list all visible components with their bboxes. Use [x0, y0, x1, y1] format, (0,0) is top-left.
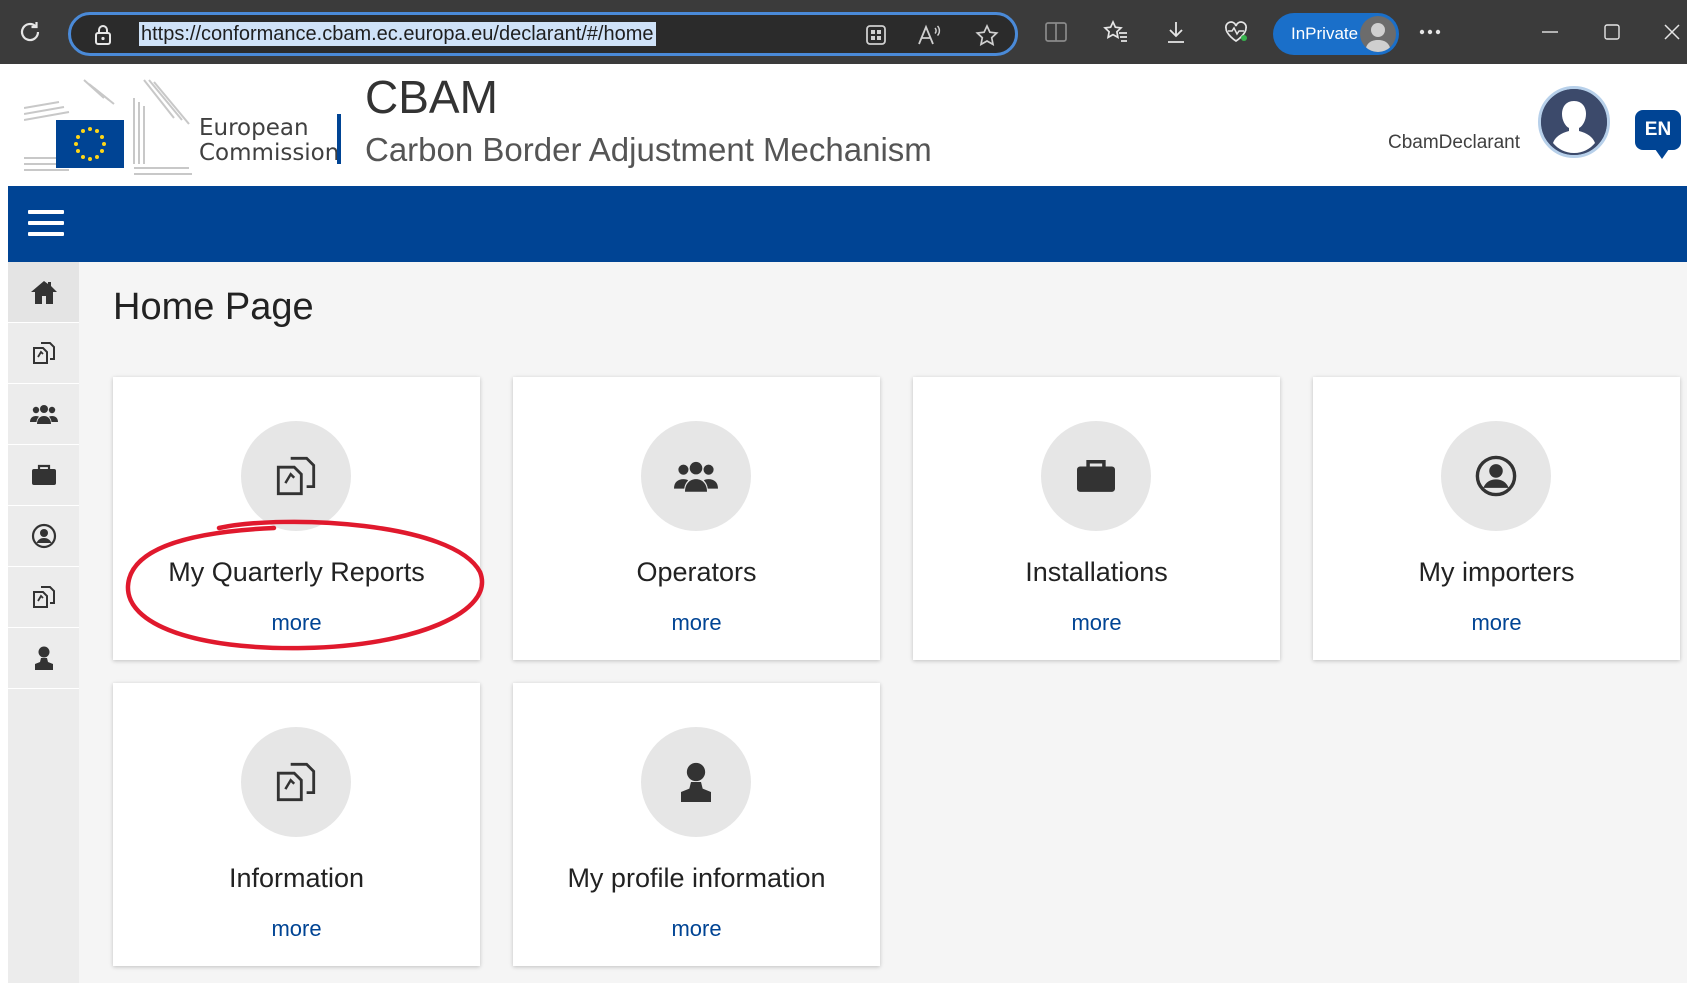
split-screen-icon[interactable]	[1036, 12, 1076, 52]
card-icon-circle	[641, 421, 751, 531]
sidebar-item-quarterly-reports[interactable]	[8, 323, 79, 384]
maximize-icon[interactable]	[1592, 12, 1632, 52]
username[interactable]: CbamDeclarant	[1388, 132, 1520, 154]
card-information[interactable]: Information more	[113, 683, 480, 966]
card-more-link[interactable]: more	[1313, 610, 1680, 636]
documents-icon	[32, 342, 55, 364]
inprivate-button[interactable]: InPrivate	[1273, 13, 1399, 55]
card-title: My importers	[1418, 557, 1575, 587]
favorites-icon[interactable]	[1096, 12, 1136, 52]
documents-icon	[32, 586, 55, 608]
card-operators[interactable]: Operators more	[513, 377, 880, 660]
european-commission-name: European Commission	[199, 116, 339, 166]
favorite-icon[interactable]	[975, 23, 999, 51]
sidebar-item-home[interactable]	[8, 262, 79, 323]
card-title: Operators	[636, 557, 757, 587]
language-selector[interactable]: EN	[1635, 110, 1681, 159]
main-content: Home Page My Quarterly Reports more Oper…	[79, 262, 1687, 983]
org-name-line1: European	[199, 115, 309, 141]
close-icon[interactable]	[1652, 12, 1687, 52]
refresh-icon[interactable]	[10, 12, 50, 52]
app-subtitle: Carbon Border Adjustment Mechanism	[365, 131, 932, 168]
documents-icon	[276, 456, 316, 496]
person-icon	[34, 646, 53, 670]
sidebar	[8, 262, 79, 983]
users-icon	[674, 461, 718, 492]
read-aloud-icon[interactable]	[917, 24, 941, 51]
app-available-icon[interactable]	[865, 24, 887, 51]
browser-essentials-icon[interactable]	[1216, 12, 1256, 52]
sidebar-item-importers[interactable]	[8, 506, 79, 567]
briefcase-icon	[1077, 460, 1115, 492]
card-title: My profile information	[567, 863, 826, 893]
card-more-link[interactable]: more	[913, 610, 1280, 636]
card-importers[interactable]: My importers more	[1313, 377, 1680, 660]
card-title: Information	[228, 863, 365, 893]
hamburger-menu-icon[interactable]	[28, 210, 64, 238]
card-icon-circle	[241, 727, 351, 837]
app-title[interactable]: CBAM	[365, 70, 498, 124]
card-more-link[interactable]: more	[113, 916, 480, 942]
briefcase-icon	[31, 464, 56, 485]
sidebar-item-profile[interactable]	[8, 628, 79, 689]
card-more-link[interactable]: more	[513, 916, 880, 942]
user-circle-icon	[31, 523, 56, 549]
inprivate-label: InPrivate	[1291, 24, 1359, 43]
url-text[interactable]: https://conformance.cbam.ec.europa.eu/de…	[139, 22, 656, 46]
minimize-icon[interactable]	[1530, 12, 1570, 52]
top-navigation-bar	[8, 186, 1687, 262]
sidebar-item-information[interactable]	[8, 567, 79, 628]
card-more-link[interactable]: more	[513, 610, 880, 636]
highlight-annotation	[125, 519, 485, 651]
profile-avatar-icon	[1360, 16, 1396, 52]
card-icon-circle	[1041, 421, 1151, 531]
page-title: Home Page	[113, 286, 314, 328]
sidebar-item-operators[interactable]	[8, 384, 79, 445]
home-icon	[30, 281, 57, 304]
card-title: Installations	[1025, 557, 1168, 587]
person-icon	[681, 762, 711, 802]
lock-icon[interactable]	[93, 24, 113, 51]
site-header: European Commission CBAM Carbon Border A…	[8, 64, 1687, 186]
header-divider	[337, 114, 341, 164]
card-installations[interactable]: Installations more	[913, 377, 1280, 660]
card-profile-information[interactable]: My profile information more	[513, 683, 880, 966]
address-bar[interactable]: https://conformance.cbam.ec.europa.eu/de…	[68, 12, 1018, 56]
downloads-icon[interactable]	[1156, 12, 1196, 52]
sidebar-item-installations[interactable]	[8, 445, 79, 506]
org-name-line2: Commission	[199, 140, 340, 166]
more-icon[interactable]	[1410, 12, 1450, 52]
documents-icon	[276, 762, 316, 802]
users-icon	[29, 405, 58, 424]
card-icon-circle	[641, 727, 751, 837]
user-circle-icon	[1475, 455, 1517, 497]
card-icon-circle	[1441, 421, 1551, 531]
browser-toolbar: https://conformance.cbam.ec.europa.eu/de…	[0, 0, 1687, 64]
user-avatar-icon[interactable]	[1538, 86, 1610, 158]
